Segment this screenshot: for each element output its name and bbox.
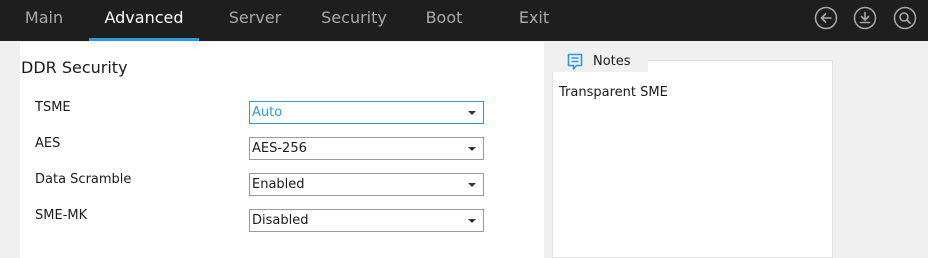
top-nav-bar: Main Advanced Server Security Boot Exit bbox=[0, 0, 928, 41]
active-tab-indicator bbox=[89, 38, 199, 41]
select-value: Enabled bbox=[252, 177, 305, 192]
tab-server[interactable]: Server bbox=[214, 0, 296, 41]
field-label-data-scramble: Data Scramble bbox=[35, 172, 132, 187]
field-label-aes: AES bbox=[35, 136, 61, 151]
data-scramble-select[interactable]: Enabled bbox=[249, 173, 484, 196]
tsme-select[interactable]: Auto bbox=[249, 101, 484, 124]
tab-main[interactable]: Main bbox=[12, 0, 76, 41]
aes-select[interactable]: AES-256 bbox=[249, 137, 484, 160]
select-value: Auto bbox=[252, 105, 283, 120]
tab-advanced[interactable]: Advanced bbox=[89, 0, 199, 41]
chevron-down-icon bbox=[468, 183, 476, 187]
save-download-icon[interactable] bbox=[853, 6, 877, 30]
back-icon[interactable] bbox=[814, 6, 838, 30]
tab-security[interactable]: Security bbox=[314, 0, 394, 41]
select-value: Disabled bbox=[252, 213, 309, 228]
notes-title: Notes bbox=[593, 54, 631, 69]
notes-text: Transparent SME bbox=[559, 85, 668, 100]
chevron-down-icon bbox=[468, 111, 476, 115]
tab-boot[interactable]: Boot bbox=[414, 0, 474, 41]
section-title: DDR Security bbox=[21, 58, 128, 77]
notes-icon bbox=[567, 53, 583, 71]
sme-mk-select[interactable]: Disabled bbox=[249, 209, 484, 232]
field-label-tsme: TSME bbox=[35, 100, 71, 115]
select-value: AES-256 bbox=[252, 141, 307, 156]
chevron-down-icon bbox=[468, 147, 476, 151]
chevron-down-icon bbox=[468, 219, 476, 223]
field-label-sme-mk: SME-MK bbox=[35, 208, 88, 223]
search-icon[interactable] bbox=[893, 6, 917, 30]
tab-exit[interactable]: Exit bbox=[508, 0, 560, 41]
